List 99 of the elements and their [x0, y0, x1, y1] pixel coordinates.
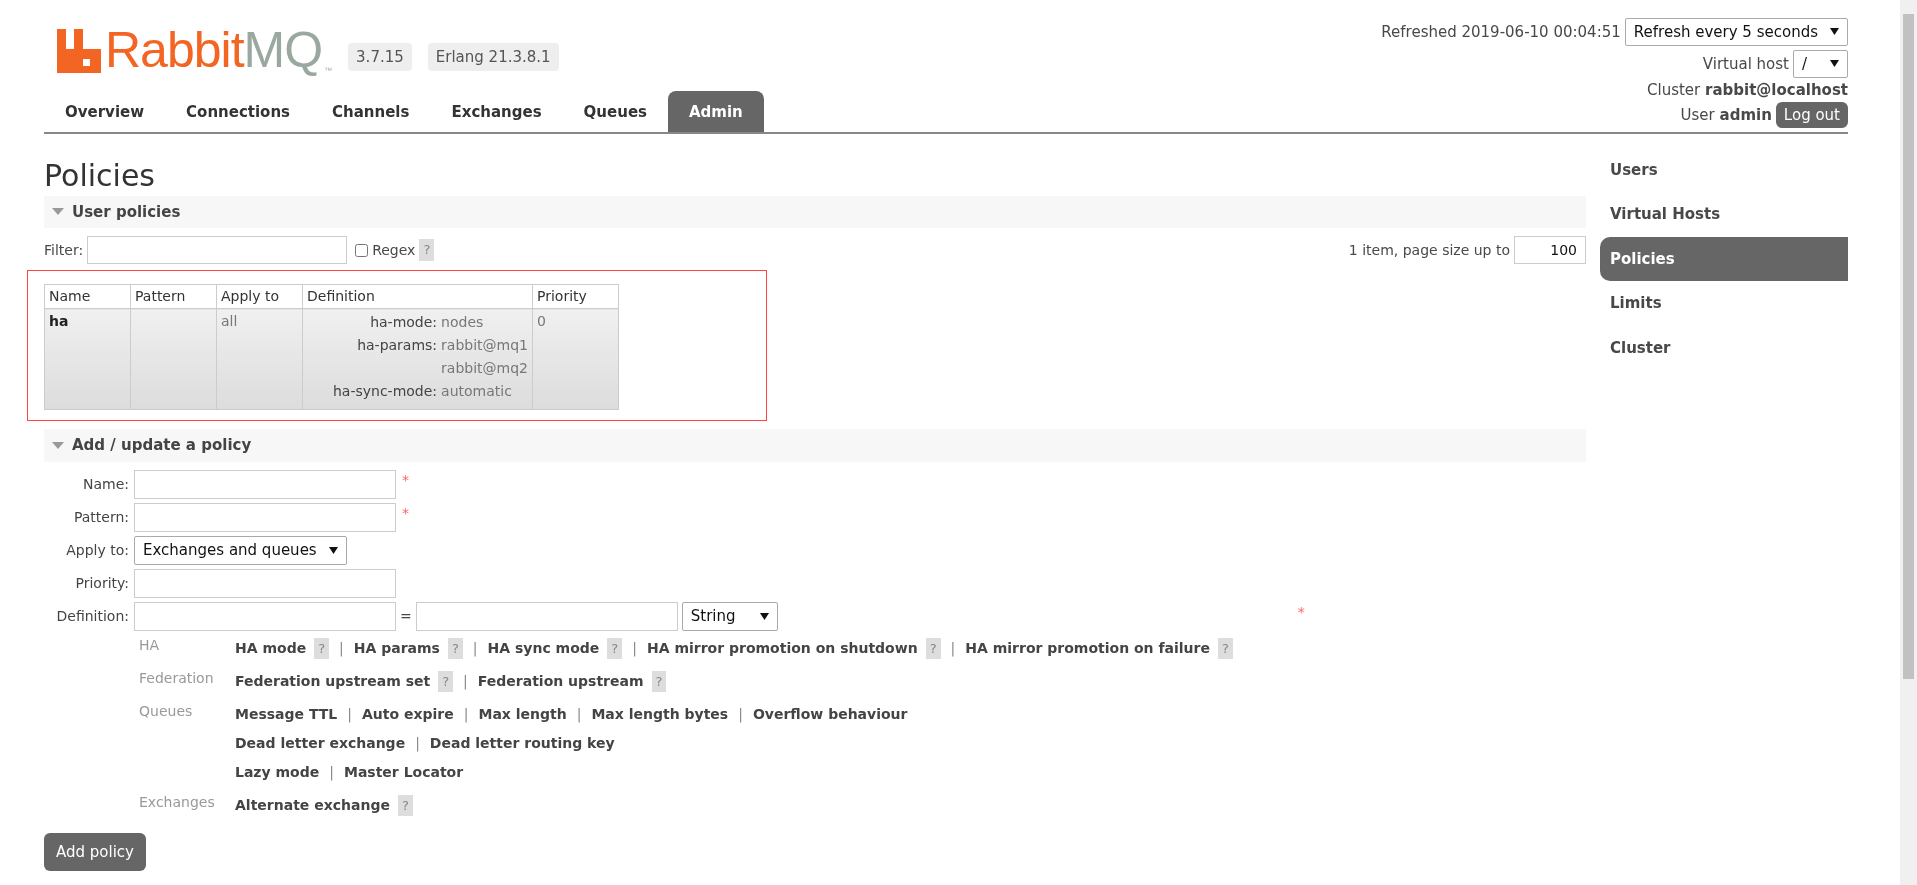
definition-shortcut-link[interactable]: Master Locator — [343, 761, 464, 783]
field-label: Apply to: — [65, 540, 130, 560]
pagination-text: 1 item, page size up to — [1348, 240, 1510, 260]
text-field[interactable] — [134, 502, 396, 532]
regex-label: Regex — [372, 240, 416, 260]
scrollbar[interactable] — [1900, 0, 1917, 885]
separator-text: | — [463, 671, 468, 692]
refresh-select[interactable]: Refresh every 5 seconds — [1624, 17, 1848, 46]
table-cell: all — [216, 308, 303, 410]
apply-to-select[interactable]: Exchanges and queues — [134, 535, 347, 565]
nav-tab[interactable]: Exchanges — [430, 91, 563, 132]
version-badge: Erlang 21.3.8.1 — [427, 42, 559, 71]
caret-icon — [328, 546, 338, 554]
definition-shortcut-link[interactable]: HA mirror promotion on failure — [965, 637, 1210, 659]
cluster-text: Cluster rabbit@localhost — [1647, 79, 1848, 101]
sidebar-item[interactable]: Virtual Hosts — [1600, 192, 1848, 237]
table-cell: ha — [44, 308, 131, 410]
definition-key: ha-mode: — [370, 314, 438, 330]
page-title: Policies — [44, 157, 156, 194]
definition-value: automatic — [441, 383, 512, 399]
column-header: Definition — [302, 284, 533, 309]
separator-text: | — [463, 704, 469, 725]
definition-value: rabbit@mq2 — [441, 360, 528, 376]
definition-shortcut-link[interactable]: Auto expire — [362, 703, 454, 725]
table-cell: 0 — [532, 308, 619, 410]
separator-text: | — [415, 733, 420, 754]
definition-shortcut-link[interactable]: Alternate exchange — [235, 794, 390, 816]
sidebar-item[interactable]: Limits — [1600, 281, 1848, 326]
group-label: Queues — [139, 701, 194, 721]
refreshed-text: Refreshed 2019-06-10 00:04:51 — [1381, 21, 1621, 43]
definition-shortcut-link[interactable]: HA mode — [235, 637, 307, 659]
separator-text: | — [329, 762, 334, 783]
definition-shortcut-link[interactable]: Message TTL — [235, 703, 338, 725]
definition-shortcut-link[interactable]: HA mirror promotion on shutdown — [646, 637, 918, 659]
caret-icon — [1830, 28, 1839, 35]
filter-field[interactable] — [87, 236, 348, 264]
field-label: Priority: — [74, 573, 130, 593]
text-field[interactable] — [134, 568, 396, 598]
required-mark: * — [402, 470, 409, 490]
definition-shortcut-link[interactable]: Dead letter routing key — [429, 732, 615, 754]
user-text: User admin — [1680, 104, 1772, 126]
definition-shortcut-link[interactable]: Dead letter exchange — [235, 732, 406, 754]
caret-icon — [1830, 60, 1839, 67]
sidebar-item[interactable]: Cluster — [1600, 325, 1848, 370]
section-header[interactable]: User policies — [44, 195, 1586, 228]
definition-shortcut-link[interactable]: HA sync mode — [487, 637, 600, 659]
definition-shortcut-link[interactable]: Federation upstream — [477, 670, 644, 692]
nav-tab[interactable]: Channels — [311, 91, 431, 132]
virtual-host-select[interactable]: / — [1793, 49, 1848, 78]
definition-key: ha-params: — [357, 337, 438, 353]
type-select[interactable]: String — [681, 601, 778, 631]
logout-button[interactable]: Log out — [1775, 101, 1848, 128]
nav-tab[interactable]: Overview — [44, 91, 166, 132]
sidebar-item[interactable]: Users — [1600, 147, 1848, 192]
definition-key: ha-sync-mode: — [332, 383, 438, 399]
definition-value: rabbit@mq1 — [441, 337, 528, 353]
definition-shortcut-link[interactable]: HA params — [353, 637, 440, 659]
separator-text: | — [339, 638, 344, 659]
column-header: Priority — [532, 284, 619, 309]
section-header[interactable]: Add / update a policy — [44, 429, 1586, 462]
field-label: Pattern: — [72, 507, 130, 527]
definition-shortcut-link[interactable]: Max length bytes — [591, 703, 729, 725]
definition-shortcut-link[interactable]: Federation upstream set — [235, 670, 431, 692]
column-header: Name — [44, 284, 131, 309]
nav-tab[interactable]: Admin — [668, 91, 764, 132]
required-mark: * — [402, 503, 409, 523]
column-header: Pattern — [130, 284, 217, 309]
caret-icon — [759, 612, 769, 620]
key-field[interactable] — [134, 601, 396, 631]
separator-text: | — [950, 638, 956, 659]
separator-text: | — [738, 704, 743, 725]
separator-text: | — [632, 638, 637, 659]
equals-sign: = — [400, 606, 412, 626]
definition-shortcut-link[interactable]: Max length — [478, 703, 567, 725]
regex-checkbox[interactable] — [355, 243, 369, 257]
nav-tab[interactable]: Queues — [562, 91, 668, 132]
version-badge: 3.7.15 — [348, 42, 412, 71]
virtual-host-label: Virtual host — [1702, 53, 1789, 75]
group-label: HA — [139, 635, 161, 655]
separator-text: | — [347, 704, 352, 725]
group-label: Federation — [139, 668, 215, 688]
definition-value: nodes — [441, 314, 484, 330]
field-label: Name: — [81, 474, 130, 494]
filter-label: Filter: — [44, 240, 84, 260]
add-policy-button[interactable]: Add policy — [44, 832, 146, 871]
field-label: Definition: — [55, 606, 130, 626]
page-size-field[interactable]: 100 — [1514, 236, 1586, 264]
logo: RabbitMQ™ — [44, 0, 333, 75]
group-label: Exchanges — [139, 792, 216, 812]
separator-text: | — [472, 638, 478, 659]
required-mark: * — [1297, 602, 1305, 622]
definition-shortcut-link[interactable]: Overflow behaviour — [752, 703, 908, 725]
text-field[interactable] — [134, 469, 396, 499]
value-field[interactable] — [415, 601, 678, 631]
separator-text: | — [576, 704, 582, 725]
definition-shortcut-link[interactable]: Lazy mode — [235, 761, 320, 783]
sidebar-item[interactable]: Policies — [1600, 236, 1848, 281]
column-header: Apply to — [216, 284, 303, 309]
nav-tab[interactable]: Connections — [165, 91, 312, 132]
